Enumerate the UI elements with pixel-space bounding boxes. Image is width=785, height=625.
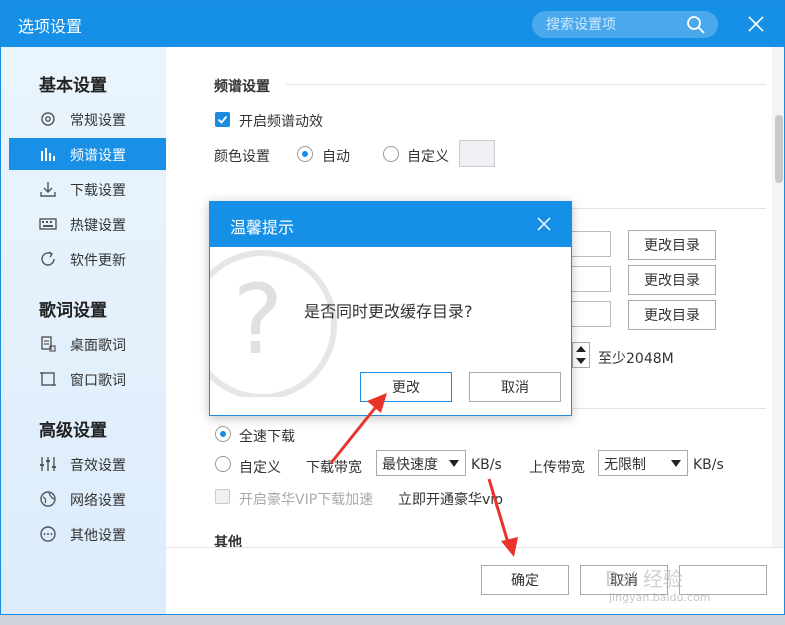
sidebar-item-label: 下载设置 [70, 183, 126, 199]
gear-icon [41, 112, 55, 126]
sidebar-item-label: 常规设置 [70, 113, 126, 129]
sidebar-item-window-lyrics[interactable]: 窗口歌词 [9, 363, 166, 395]
upload-unit: KB/s [693, 457, 724, 473]
chevron-up-icon[interactable] [576, 346, 586, 352]
sidebar-item-label: 频谱设置 [70, 148, 126, 164]
download-bandwidth-label: 下载带宽 [306, 460, 362, 476]
upload-bandwidth-select[interactable]: 无限制 [598, 450, 688, 476]
sidebar-item-sound-effects[interactable]: 音效设置 [9, 448, 166, 480]
sidebar-item-label: 音效设置 [70, 458, 126, 474]
sidebar-item-network[interactable]: 网络设置 [9, 483, 166, 515]
change-dir-button[interactable]: 更改目录 [628, 230, 716, 260]
sidebar: 基本设置 常规设置 频谱设置 下载设置 热键设置 软件更新 歌词设置 桌面歌词 [1, 47, 166, 614]
sidebar-item-spectrum[interactable]: 频谱设置 [9, 138, 166, 170]
color-swatch[interactable] [459, 140, 495, 167]
enable-spectrum-label: 开启频谱动效 [239, 114, 323, 130]
sidebar-item-label: 软件更新 [70, 253, 126, 269]
chevron-down-icon [671, 460, 681, 467]
download-bandwidth-select[interactable]: 最快速度 [376, 450, 466, 476]
enable-spectrum-checkbox[interactable] [215, 112, 230, 127]
full-speed-label: 全速下载 [239, 429, 295, 445]
taskbar-strip [0, 615, 785, 625]
color-custom-radio[interactable] [383, 146, 399, 162]
scrollbar[interactable] [772, 47, 784, 547]
dialog-confirm-button[interactable]: 更改 [360, 372, 452, 402]
search-box[interactable] [532, 11, 718, 38]
download-dir-input[interactable] [571, 231, 611, 257]
sidebar-item-general[interactable]: 常规设置 [9, 103, 166, 135]
group-title-basic: 基本设置 [39, 76, 107, 96]
chevron-down-icon [449, 460, 459, 467]
sidebar-item-hotkey[interactable]: 热键设置 [9, 208, 166, 240]
sidebar-item-label: 桌面歌词 [70, 338, 126, 354]
lyrics-dir-input[interactable] [571, 301, 611, 327]
sidebar-item-label: 网络设置 [70, 493, 126, 509]
change-lyrics-dir-button[interactable]: 更改目录 [628, 300, 716, 330]
sidebar-item-label: 窗口歌词 [70, 373, 126, 389]
cache-size-stepper[interactable] [572, 342, 590, 368]
group-title-advanced: 高级设置 [39, 421, 107, 441]
close-icon[interactable] [745, 13, 767, 35]
dialog-title: 温馨提示 [230, 218, 295, 237]
color-setting-label: 颜色设置 [214, 149, 270, 165]
scroll-thumb[interactable] [775, 115, 783, 183]
confirm-dialog: 温馨提示 ? 是否同时更改缓存目录? 更改 取消 [209, 201, 572, 416]
custom-speed-radio[interactable] [215, 456, 231, 472]
min-space-label: 至少2048M [598, 351, 674, 367]
upload-bandwidth-label: 上传带宽 [529, 460, 585, 476]
question-icon: ? [210, 250, 337, 397]
svg-text:?: ? [233, 264, 284, 376]
globe-icon [40, 491, 56, 507]
download-icon [40, 182, 56, 197]
spectrum-icon [41, 148, 55, 161]
dialog-message: 是否同时更改缓存目录? [304, 302, 473, 321]
sidebar-item-update[interactable]: 软件更新 [9, 243, 166, 275]
vip-accel-checkbox[interactable] [215, 489, 230, 504]
section-title-spectrum: 频谱设置 [214, 79, 270, 95]
vip-upgrade-link[interactable]: 立即开通豪华vip [398, 489, 503, 509]
upload-bandwidth-value: 无限制 [604, 457, 646, 473]
change-cache-dir-button[interactable]: 更改目录 [628, 265, 716, 295]
watermark: Bai 经验 jingyan.baidu.com [601, 549, 781, 609]
options-window: 选项设置 基本设置 常规设置 频谱设置 下载设置 [0, 0, 785, 615]
watermark-url: jingyan.baidu.com [609, 591, 711, 604]
refresh-icon [41, 251, 55, 266]
sidebar-item-label: 其他设置 [70, 528, 126, 544]
sidebar-item-label: 热键设置 [70, 218, 126, 234]
sidebar-item-other[interactable]: 其他设置 [9, 518, 166, 550]
search-input[interactable] [546, 16, 686, 33]
dialog-cancel-button[interactable]: 取消 [469, 372, 561, 402]
custom-speed-label: 自定义 [239, 460, 281, 476]
color-auto-radio[interactable] [297, 146, 313, 162]
group-title-lyrics: 歌词设置 [39, 301, 107, 321]
download-unit: KB/s [471, 457, 502, 473]
chevron-down-icon[interactable] [576, 358, 586, 364]
more-icon [40, 526, 56, 542]
sidebar-item-download[interactable]: 下载设置 [9, 173, 166, 205]
full-speed-radio[interactable] [215, 426, 231, 442]
keyboard-icon [39, 218, 57, 230]
title-bar: 选项设置 [1, 1, 784, 47]
download-bandwidth-value: 最快速度 [382, 457, 438, 473]
ok-button[interactable]: 确定 [481, 565, 569, 595]
desktop-lyrics-icon [41, 336, 56, 352]
section-divider [286, 84, 766, 85]
search-icon[interactable] [686, 15, 706, 35]
color-auto-label: 自动 [322, 149, 350, 165]
dialog-header: 温馨提示 [210, 202, 571, 247]
check-icon [217, 115, 228, 124]
equalizer-icon [40, 457, 56, 471]
close-icon[interactable] [535, 215, 553, 233]
vip-accel-label: 开启豪华VIP下载加速 [239, 492, 374, 508]
sidebar-item-desktop-lyrics[interactable]: 桌面歌词 [9, 328, 166, 360]
color-custom-label: 自定义 [407, 149, 449, 165]
window-lyrics-icon [40, 372, 56, 386]
watermark-brand: Bai 经验 [605, 567, 683, 591]
cache-dir-input[interactable] [571, 266, 611, 292]
window-title: 选项设置 [18, 17, 83, 36]
